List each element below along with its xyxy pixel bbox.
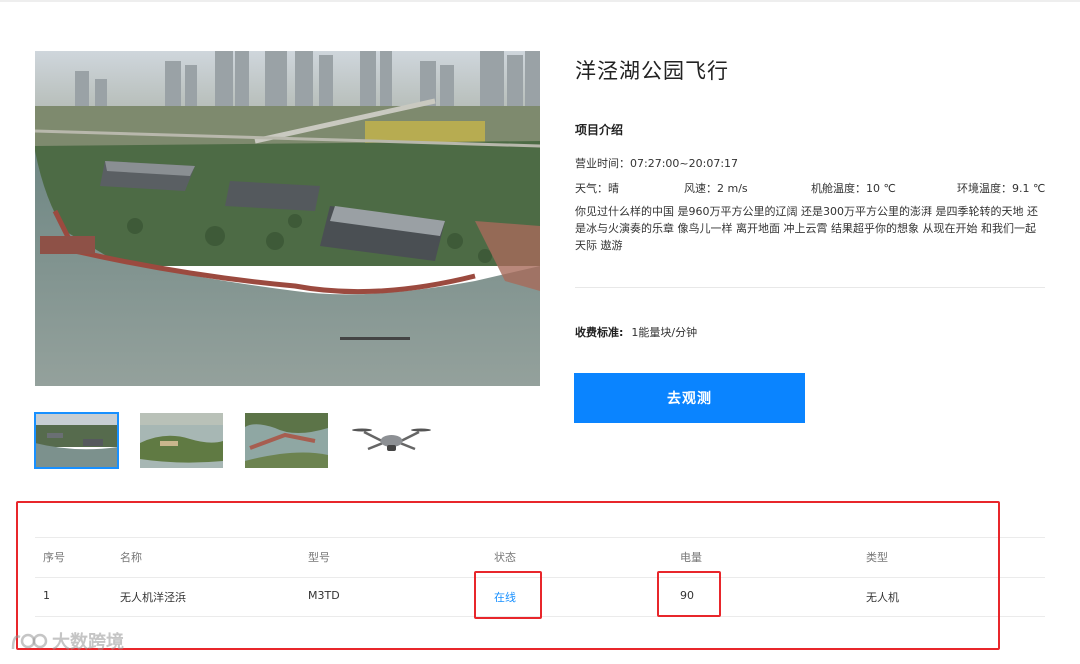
annotation-battery-box — [657, 571, 721, 617]
cabin-temperature: 机舱温度：10 ℃ — [811, 182, 896, 195]
project-title: 洋泾湖公园飞行 — [575, 59, 729, 83]
hours-label: 营业时间： — [575, 157, 630, 170]
info-divider — [575, 287, 1045, 288]
fee-standard: 收费标准: 1能量块/分钟 — [575, 324, 697, 340]
watermark-logo-icon — [11, 633, 48, 650]
business-hours: 营业时间：07:27:00~20:07:17 — [575, 155, 738, 171]
watermark-text: 大数跨境 — [52, 632, 124, 653]
fee-label: 收费标准: — [575, 326, 624, 339]
intro-heading: 项目介绍 — [575, 123, 624, 137]
top-divider — [0, 0, 1080, 2]
project-description: 你见过什么样的中国 是960万平方公里的辽阔 还是300万平方公里的澎湃 是四季… — [575, 205, 1038, 252]
fee-value: 1能量块/分钟 — [631, 326, 698, 339]
wind-speed: 风速：2 m/s — [684, 182, 748, 195]
thumbnail-drone[interactable] — [350, 413, 433, 468]
watermark: 大数跨境 — [10, 628, 124, 654]
ambient-temperature: 环境温度：9.1 ℃ — [957, 182, 1046, 195]
hours-value: 07:27:00~20:07:17 — [630, 157, 739, 170]
weather: 天气：晴 — [575, 182, 619, 195]
thumbnail-aerial-park[interactable] — [34, 412, 119, 469]
thumbnail-island[interactable] — [140, 413, 223, 468]
thumbnail-lake[interactable] — [245, 413, 328, 468]
observe-button[interactable]: 去观测 — [574, 373, 805, 423]
annotation-status-box — [474, 571, 542, 619]
main-photo — [35, 51, 540, 386]
